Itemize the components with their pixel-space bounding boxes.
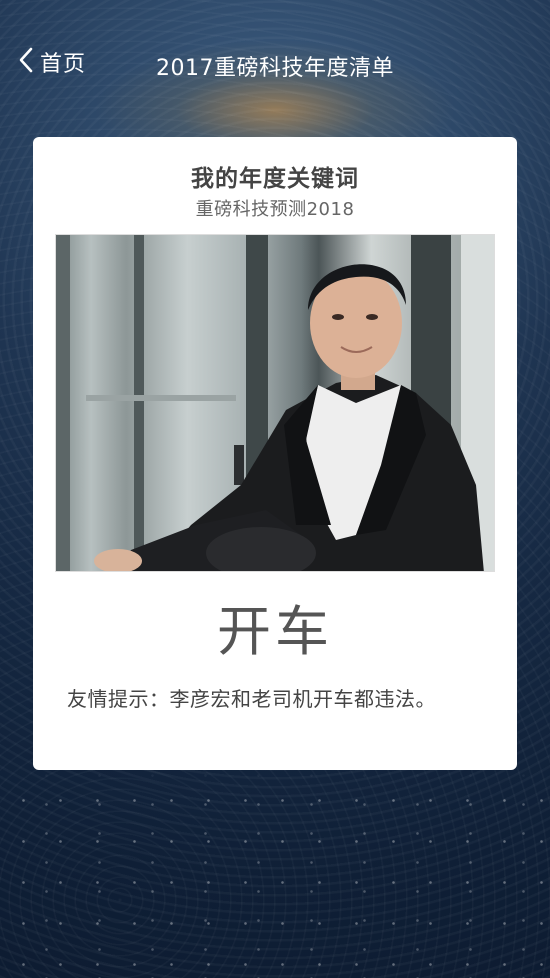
top-bar: 首页 2017重磅科技年度清单 bbox=[0, 40, 550, 90]
keyword-card: 我的年度关键词 重磅科技预测2018 开车 友情提示：李彦宏和老司机开车都违法。 bbox=[33, 137, 517, 770]
person-photo bbox=[55, 234, 495, 572]
friendly-tip: 友情提示：李彦宏和老司机开车都违法。 bbox=[67, 687, 436, 711]
card-subtitle: 重磅科技预测2018 bbox=[195, 199, 355, 220]
card-title: 我的年度关键词 bbox=[191, 166, 359, 192]
page-title: 2017重磅科技年度清单 bbox=[156, 56, 394, 81]
keyword-text: 开车 bbox=[217, 600, 333, 663]
